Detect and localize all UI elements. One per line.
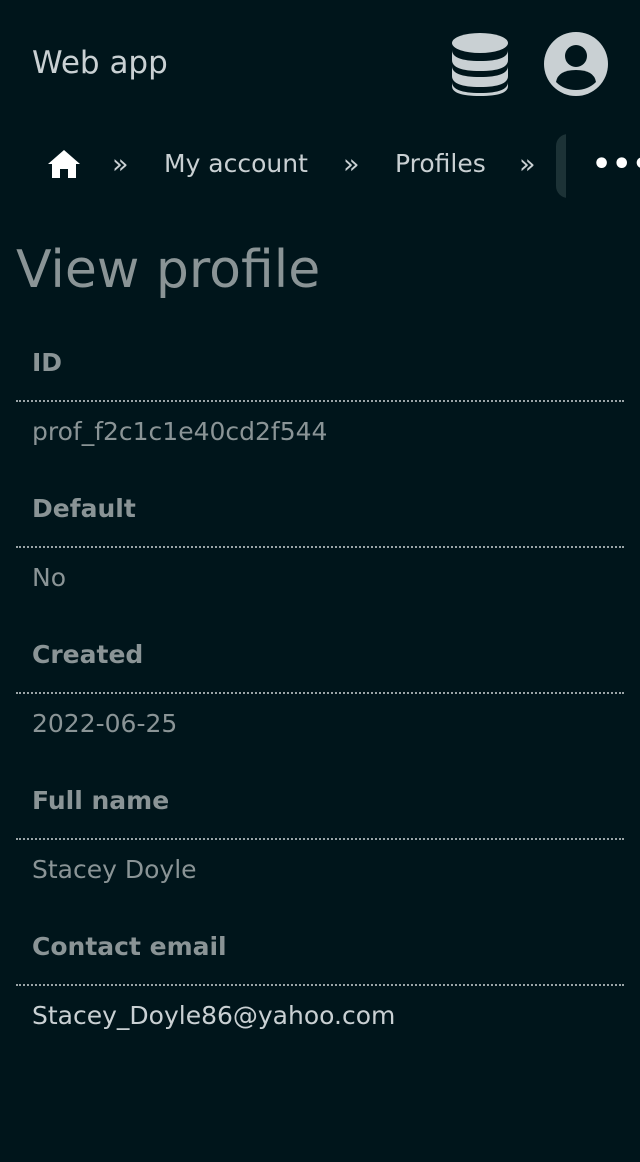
breadcrumb-more-button[interactable]: ••• (556, 134, 640, 198)
breadcrumb-item-profiles[interactable]: Profiles (395, 148, 486, 180)
field-label: Contact email (16, 922, 624, 986)
field-value: 2022-06-25 (32, 709, 178, 738)
breadcrumb: » My account » Profiles » ••• (0, 130, 640, 200)
field-label: Default (16, 484, 624, 548)
breadcrumb-separator: » (112, 149, 129, 180)
field-label: Created (16, 630, 624, 694)
home-icon (48, 150, 80, 178)
field-value: No (32, 563, 66, 592)
breadcrumb-separator: » (343, 149, 360, 180)
more-horizontal-icon: ••• (592, 147, 640, 182)
page-title: View profile (16, 240, 321, 300)
app-header: Web app (0, 0, 640, 128)
breadcrumb-item-my-account[interactable]: My account (164, 148, 308, 180)
profile-field-contact-email: Contact email Stacey_Doyle86@yahoo.com (16, 922, 624, 1034)
database-icon (452, 33, 508, 96)
breadcrumb-home-link[interactable] (44, 146, 84, 182)
profile-field-full-name: Full name Stacey Doyle (16, 776, 624, 888)
breadcrumb-separator: » (519, 149, 536, 180)
contact-email-link[interactable]: Stacey_Doyle86@yahoo.com (16, 986, 624, 1034)
profile-field-id: ID prof_f2c1c1e40cd2f544 (16, 338, 624, 450)
field-label: ID (16, 338, 624, 402)
field-label: Full name (16, 776, 624, 840)
account-circle-icon (544, 32, 608, 96)
profile-field-created: Created 2022-06-25 (16, 630, 624, 742)
database-button[interactable] (448, 30, 512, 98)
field-value: Stacey Doyle (32, 855, 197, 884)
app-title: Web app (32, 45, 168, 81)
profile-field-default: Default No (16, 484, 624, 596)
account-button[interactable] (542, 30, 610, 98)
field-value: prof_f2c1c1e40cd2f544 (32, 417, 328, 446)
